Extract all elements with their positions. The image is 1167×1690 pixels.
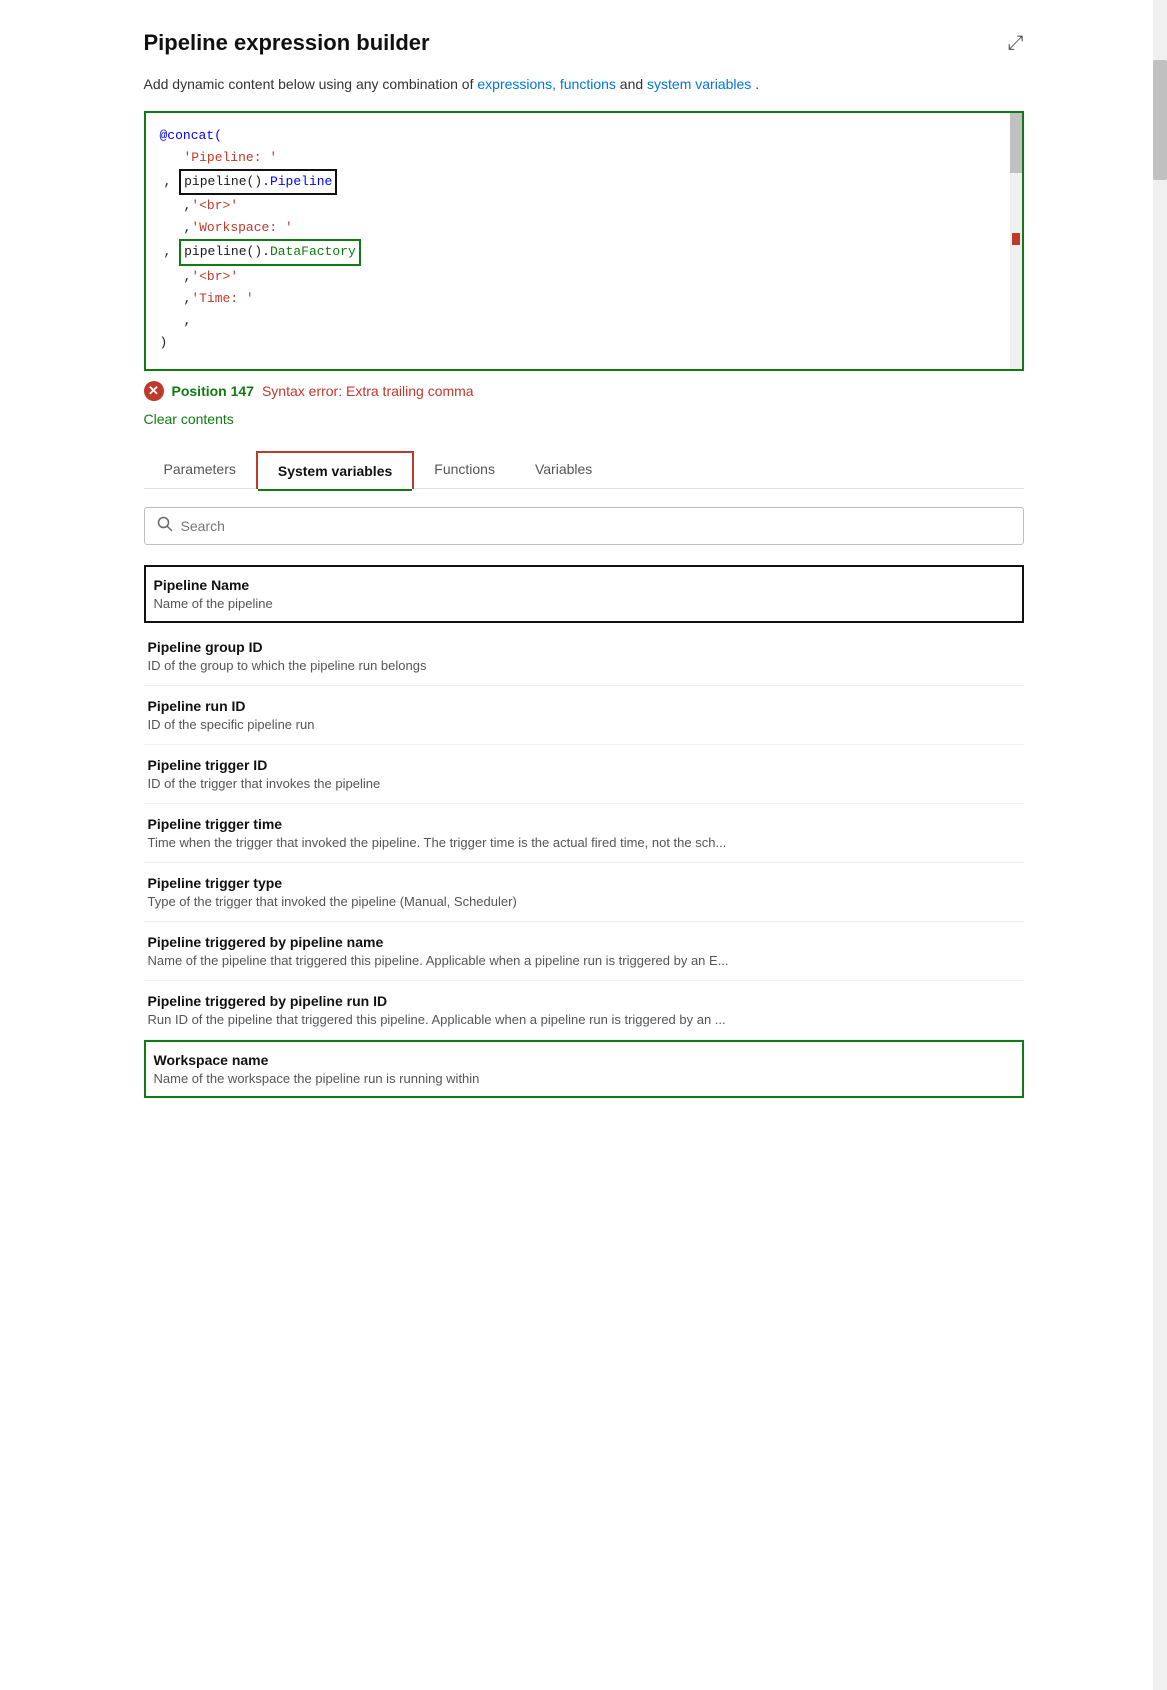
subtitle: Add dynamic content below using any comb…: [144, 74, 1024, 95]
error-row: ✕ Position 147 Syntax error: Extra trail…: [144, 381, 1024, 401]
editor-scrollbar-thumb: [1010, 113, 1022, 173]
code-at-concat: @concat(: [160, 125, 222, 147]
error-position: Position 147: [172, 383, 254, 399]
var-desc-pipeline-trigger-time: Time when the trigger that invoked the p…: [148, 835, 1020, 850]
var-item-pipeline-trigger-id[interactable]: Pipeline trigger ID ID of the trigger th…: [144, 745, 1024, 804]
page-scrollbar[interactable]: [1153, 0, 1167, 1690]
code-line-10: ): [160, 332, 1008, 354]
var-name-pipeline-trigger-time: Pipeline trigger time: [148, 816, 1020, 832]
code-line-6: , pipeline().DataFactory: [160, 239, 1008, 265]
system-variables-link[interactable]: system variables: [647, 76, 751, 92]
tabs-row: Parameters System variables Functions Va…: [144, 451, 1024, 489]
error-icon: ✕: [144, 381, 164, 401]
var-name-pipeline-run-id: Pipeline run ID: [148, 698, 1020, 714]
var-item-pipeline-triggered-by-run-id[interactable]: Pipeline triggered by pipeline run ID Ru…: [144, 981, 1024, 1040]
error-message: Syntax error: Extra trailing comma: [262, 383, 474, 399]
subtitle-text: Add dynamic content below using any comb…: [144, 76, 478, 92]
tab-parameters[interactable]: Parameters: [144, 451, 256, 488]
var-item-pipeline-name[interactable]: Pipeline Name Name of the pipeline: [144, 565, 1024, 623]
var-desc-pipeline-triggered-by-name: Name of the pipeline that triggered this…: [148, 953, 1020, 968]
var-desc-pipeline-name: Name of the pipeline: [154, 596, 1014, 611]
var-desc-pipeline-run-id: ID of the specific pipeline run: [148, 717, 1020, 732]
title-row: Pipeline expression builder ⤢: [144, 30, 1024, 56]
subtitle-end: .: [755, 76, 759, 92]
var-item-workspace-name[interactable]: Workspace name Name of the workspace the…: [144, 1040, 1024, 1098]
editor-scrollbar[interactable]: [1010, 113, 1022, 369]
var-item-pipeline-run-id[interactable]: Pipeline run ID ID of the specific pipel…: [144, 686, 1024, 745]
page-scrollbar-thumb: [1153, 60, 1167, 180]
variable-list: Pipeline Name Name of the pipeline Pipel…: [144, 565, 1024, 1098]
var-desc-workspace-name: Name of the workspace the pipeline run i…: [154, 1071, 1014, 1086]
code-editor[interactable]: @concat( 'Pipeline: ' , pipeline().Pipel…: [144, 111, 1024, 371]
editor-error-indicator: [1012, 233, 1020, 245]
search-box: [144, 507, 1024, 545]
var-item-pipeline-triggered-by-name[interactable]: Pipeline triggered by pipeline name Name…: [144, 922, 1024, 981]
code-line-2: 'Pipeline: ': [160, 147, 1008, 169]
var-name-pipeline-group-id: Pipeline group ID: [148, 639, 1020, 655]
expand-icon[interactable]: ⤢: [1008, 32, 1024, 55]
code-line-1: @concat(: [160, 125, 1008, 147]
search-icon: [157, 516, 173, 536]
tab-variables[interactable]: Variables: [515, 451, 612, 488]
code-pipeline-str: 'Pipeline: ': [184, 147, 278, 169]
tab-system-variables[interactable]: System variables: [256, 451, 414, 489]
panel-title: Pipeline expression builder: [144, 30, 430, 56]
var-desc-pipeline-group-id: ID of the group to which the pipeline ru…: [148, 658, 1020, 673]
var-desc-pipeline-trigger-id: ID of the trigger that invokes the pipel…: [148, 776, 1020, 791]
var-name-pipeline-triggered-by-run-id: Pipeline triggered by pipeline run ID: [148, 993, 1020, 1009]
code-line-3: , pipeline().Pipeline: [160, 169, 1008, 195]
var-name-pipeline-trigger-id: Pipeline trigger ID: [148, 757, 1020, 773]
var-name-pipeline-triggered-by-name: Pipeline triggered by pipeline name: [148, 934, 1020, 950]
var-desc-pipeline-triggered-by-run-id: Run ID of the pipeline that triggered th…: [148, 1012, 1020, 1027]
var-item-pipeline-trigger-type[interactable]: Pipeline trigger type Type of the trigge…: [144, 863, 1024, 922]
var-item-pipeline-trigger-time[interactable]: Pipeline trigger time Time when the trig…: [144, 804, 1024, 863]
code-pipeline-datafactory: pipeline().DataFactory: [179, 239, 361, 265]
var-item-pipeline-group-id[interactable]: Pipeline group ID ID of the group to whi…: [144, 627, 1024, 686]
expressions-functions-link[interactable]: expressions, functions: [477, 76, 616, 92]
var-name-pipeline-name: Pipeline Name: [154, 577, 1014, 593]
var-desc-pipeline-trigger-type: Type of the trigger that invoked the pip…: [148, 894, 1020, 909]
tab-functions[interactable]: Functions: [414, 451, 515, 488]
code-line-8: , 'Time: ': [160, 288, 1008, 310]
var-name-workspace-name: Workspace name: [154, 1052, 1014, 1068]
code-line-9: ,: [160, 310, 1008, 332]
code-line-5: , 'Workspace: ': [160, 217, 1008, 239]
clear-contents-button[interactable]: Clear contents: [144, 411, 234, 427]
subtitle-and: and: [620, 76, 647, 92]
search-input[interactable]: [181, 518, 1011, 534]
code-line-4: , '<br>': [160, 195, 1008, 217]
code-pipeline-pipeline: pipeline().Pipeline: [179, 169, 337, 195]
code-line-7: , '<br>': [160, 266, 1008, 288]
var-name-pipeline-trigger-type: Pipeline trigger type: [148, 875, 1020, 891]
